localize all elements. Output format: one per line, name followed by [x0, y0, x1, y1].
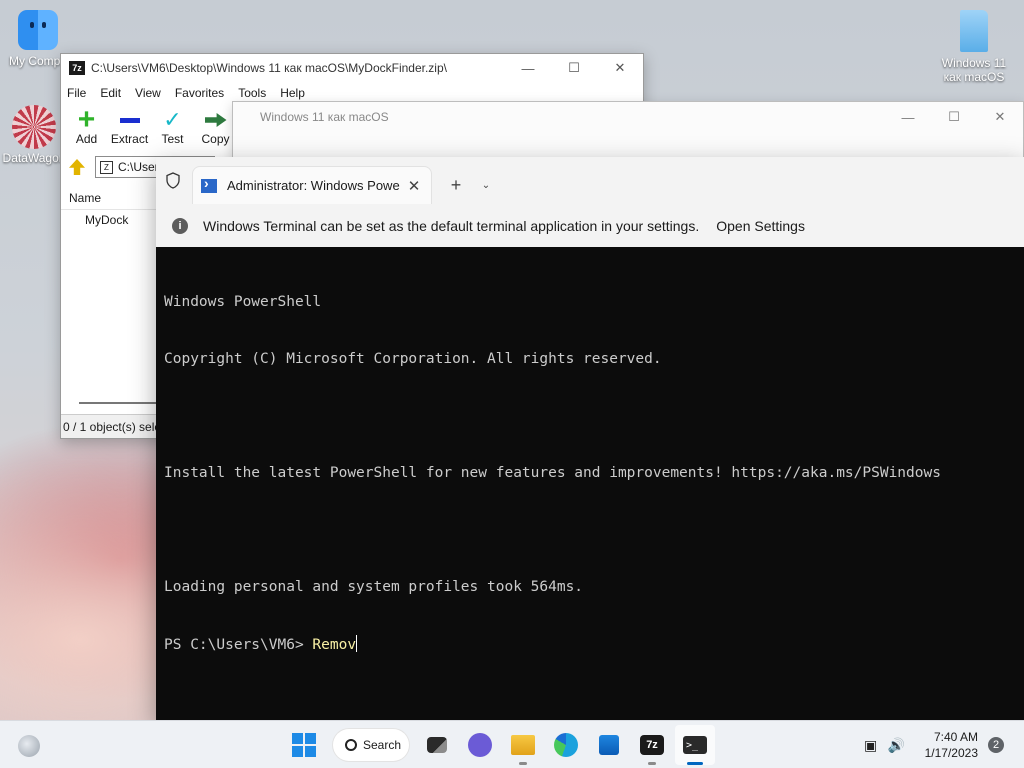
list-item-label: MyDock	[85, 213, 129, 227]
clock-time: 7:40 AM	[933, 730, 978, 744]
extract-button[interactable]: Extract	[108, 104, 151, 154]
terminal-prompt-line: PS C:\Users\VM6> Remov	[164, 635, 1016, 654]
terminal-icon: >_	[683, 736, 707, 754]
desktop-icon-label: Windows 11 как macOS	[941, 56, 1007, 84]
menu-help[interactable]: Help	[280, 86, 305, 100]
terminal-line: Install the latest PowerShell for new fe…	[164, 465, 941, 481]
clock-date: 1/17/2023	[924, 746, 978, 760]
folder-icon	[960, 10, 988, 52]
task-view-button[interactable]	[417, 725, 457, 765]
7zip-app-icon: 7z	[69, 61, 85, 75]
search-label: Search	[363, 738, 402, 752]
maximize-button[interactable]: ☐	[551, 54, 597, 82]
command-text: Remov	[312, 637, 357, 653]
copy-button[interactable]: Copy	[194, 104, 237, 154]
terminal-taskbar-button[interactable]: >_	[675, 725, 715, 765]
desktop-icon-windows11-folder[interactable]: Windows 11 как macOS	[936, 10, 1012, 84]
up-folder-icon[interactable]	[69, 159, 85, 175]
terminal-info-bar: i Windows Terminal can be set as the def…	[156, 204, 1024, 247]
menu-view[interactable]: View	[135, 86, 161, 100]
network-icon[interactable]: ▣	[861, 737, 881, 753]
taskbar-search-button[interactable]: Search	[333, 729, 409, 761]
menu-favorites[interactable]: Favorites	[175, 86, 224, 100]
clock[interactable]: 7:40 AM 1/17/2023	[925, 729, 978, 761]
info-icon: i	[172, 217, 188, 234]
weather-widget-icon[interactable]	[18, 735, 40, 757]
minimize-button[interactable]: —	[885, 102, 931, 132]
edge-icon	[554, 733, 578, 757]
extract-label: Extract	[110, 132, 149, 146]
zip-file-icon: Z	[100, 160, 113, 174]
close-button[interactable]: ✕	[597, 54, 643, 82]
chevron-down-icon[interactable]: ⌄	[474, 166, 498, 204]
plus-icon: +	[77, 103, 96, 136]
menu-tools[interactable]: Tools	[238, 86, 266, 100]
store-icon	[599, 735, 619, 755]
file-explorer-button[interactable]	[503, 725, 543, 765]
check-icon: ✓	[163, 107, 182, 132]
terminal-window: Administrator: Windows Powe ✕ + ⌄ i Wind…	[156, 157, 1024, 720]
admin-shield-icon	[156, 157, 190, 204]
close-button[interactable]: ✕	[977, 102, 1023, 132]
chat-icon	[468, 733, 492, 757]
column-header-label: Name	[69, 190, 102, 205]
terminal-tab[interactable]: Administrator: Windows Powe ✕	[192, 166, 432, 204]
terminal-output[interactable]: Windows PowerShell Copyright (C) Microso…	[156, 247, 1024, 700]
arrow-right-icon	[204, 113, 227, 127]
7zip-taskbar-button[interactable]: 7z	[632, 725, 672, 765]
text-cursor	[356, 635, 358, 652]
file-explorer-icon	[511, 735, 535, 755]
7zip-window-title: C:\Users\VM6\Desktop\Windows 11 как macO…	[91, 61, 447, 75]
test-button[interactable]: ✓ Test	[151, 104, 194, 154]
maximize-button[interactable]: ☐	[931, 102, 977, 132]
notification-badge[interactable]: 2	[988, 737, 1004, 753]
copy-label: Copy	[201, 132, 230, 146]
minus-icon	[119, 117, 140, 123]
minimize-button[interactable]: —	[505, 54, 551, 82]
chat-button[interactable]	[460, 725, 500, 765]
store-button[interactable]	[589, 725, 629, 765]
menu-edit[interactable]: Edit	[100, 86, 121, 100]
info-message: Windows Terminal can be set as the defau…	[203, 217, 700, 234]
test-label: Test	[161, 132, 184, 146]
prompt-text: PS C:\Users\VM6>	[164, 637, 313, 653]
finder-icon	[18, 10, 58, 50]
terminal-line: Loading personal and system profiles too…	[164, 579, 584, 595]
volume-icon[interactable]: 🔊	[887, 737, 907, 753]
search-icon	[345, 739, 357, 751]
explorer-window-title: Windows 11 как macOS	[260, 110, 389, 124]
tab-title: Administrator: Windows Powe	[227, 178, 400, 193]
edge-button[interactable]	[546, 725, 586, 765]
tab-close-icon[interactable]: ✕	[405, 177, 423, 195]
menu-file[interactable]: File	[67, 86, 86, 100]
powershell-icon	[201, 175, 217, 193]
system-tray: ▣ 🔊 7:40 AM 1/17/2023 2	[861, 721, 1024, 768]
add-button[interactable]: + Add	[65, 104, 108, 154]
7zip-icon: 7z	[640, 735, 664, 755]
datawagon-icon	[12, 105, 56, 149]
taskbar: Search 7z >_ ▣ 🔊 7:40 AM 1/17/2023 2	[0, 720, 1024, 768]
start-button[interactable]	[284, 725, 324, 765]
windows-logo-icon	[292, 733, 316, 757]
task-view-icon	[427, 737, 447, 753]
status-text: 0 / 1 object(s) sele	[63, 419, 162, 434]
new-tab-button[interactable]: +	[438, 166, 474, 204]
terminal-line: Windows PowerShell	[164, 294, 322, 310]
terminal-line: Copyright (C) Microsoft Corporation. All…	[164, 351, 662, 367]
terminal-tab-strip: Administrator: Windows Powe ✕ + ⌄	[156, 157, 1024, 204]
add-label: Add	[75, 132, 98, 146]
open-settings-link[interactable]: Open Settings	[716, 218, 805, 234]
